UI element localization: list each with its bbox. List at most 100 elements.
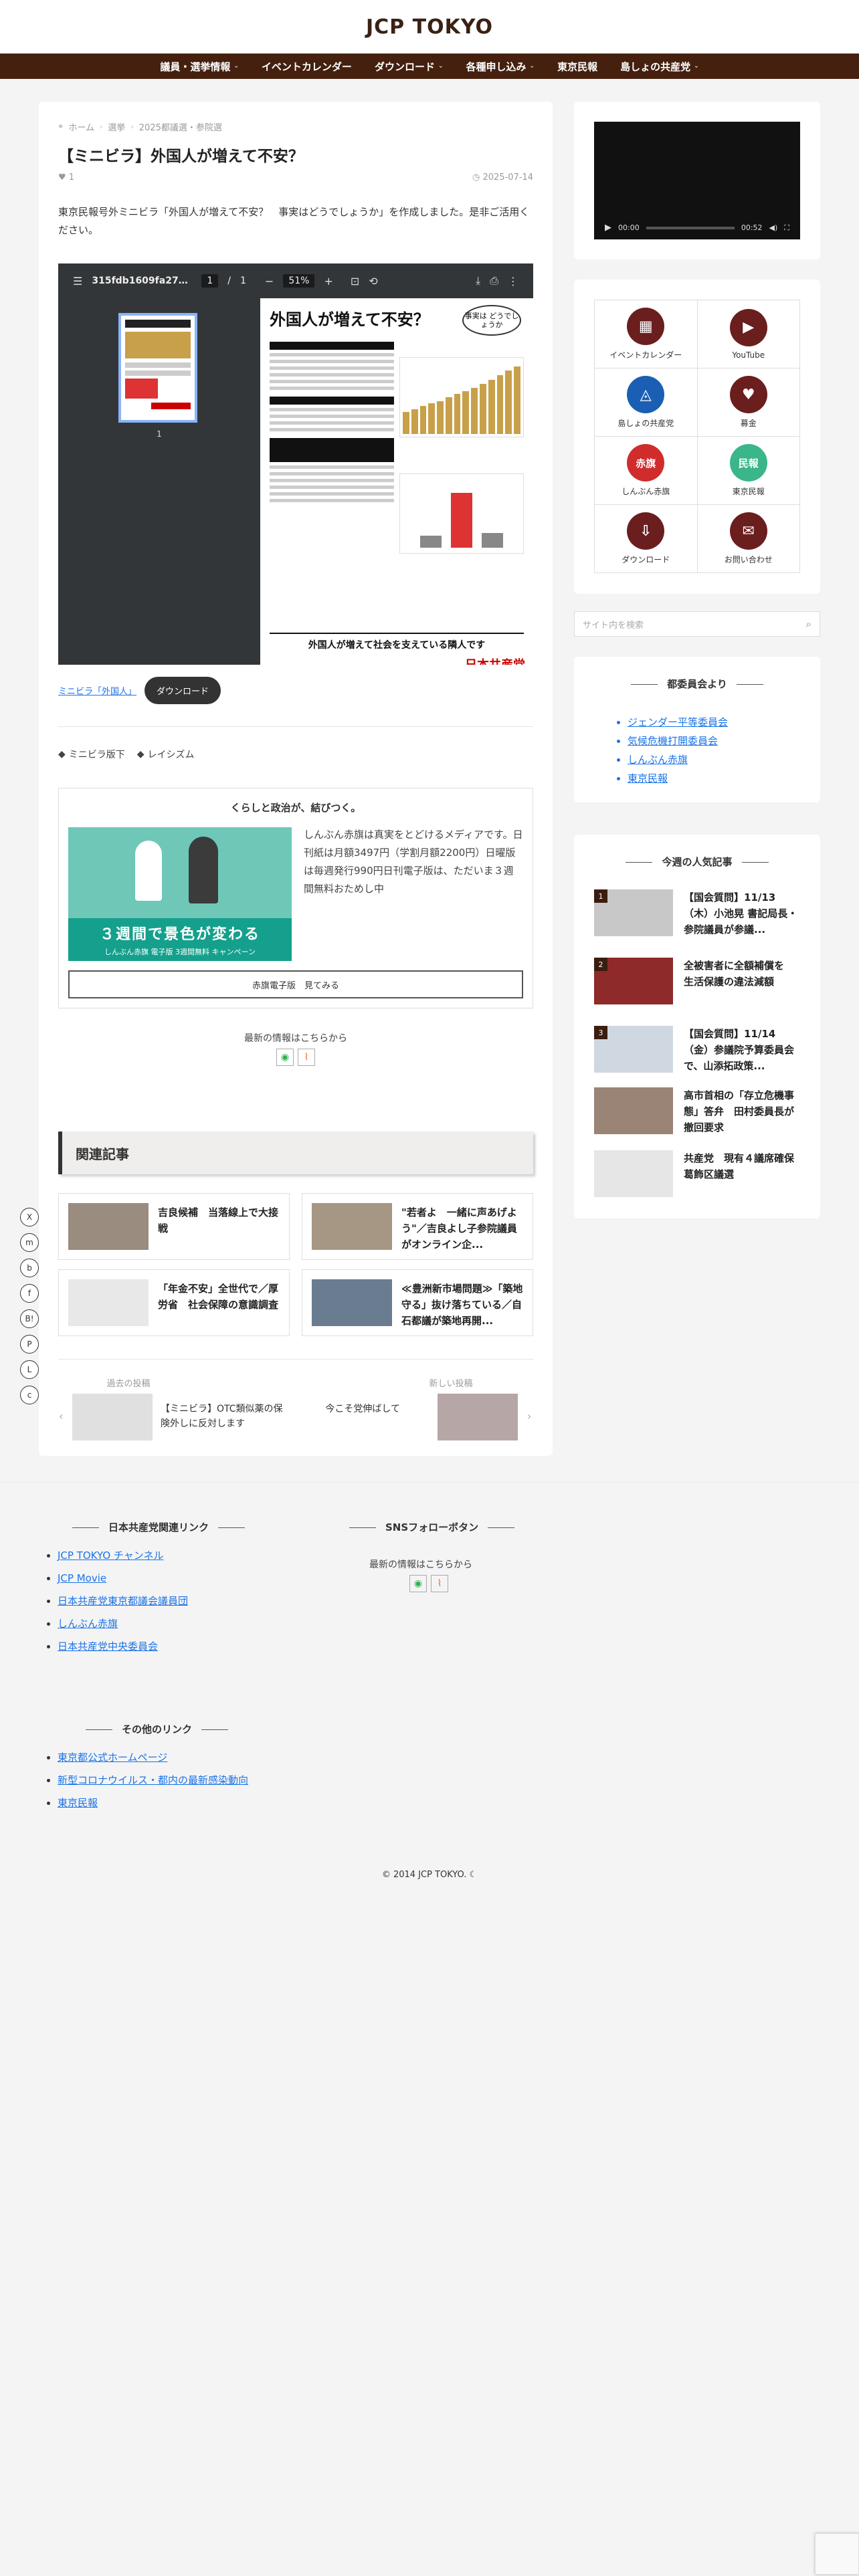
ranking-item[interactable]: 高市首相の「存立危機事態」答弁 田村委員長が撤回要求 — [594, 1087, 800, 1138]
nav-item[interactable]: 議員・選挙情報 ⌄ — [160, 60, 239, 74]
related-article-card[interactable]: ≪豊洲新市場問題≫「築地守る」抜け落ちている／自石都議が築地再開... — [302, 1269, 533, 1336]
footer-link[interactable]: 日本共産党東京都議会議員団 — [58, 1595, 188, 1607]
footer-link[interactable]: JCP TOKYO チャンネル — [58, 1549, 163, 1562]
list-item: しんぶん赤旗 — [628, 750, 728, 769]
footer-link[interactable]: 東京都公式ホームページ — [58, 1751, 167, 1763]
pdf-viewer[interactable]: ☰ 315fdb1609fa27c1... 1 / 1 − 51% + ⊡ ⟲ … — [58, 263, 533, 665]
icon-link-mail[interactable]: ✉ お問い合わせ — [697, 505, 800, 573]
footer-follow-buttons: ◉ ⌇ — [409, 1575, 448, 1592]
footer-follow-text: 最新の情報はこちらから — [369, 1560, 472, 1570]
play-icon[interactable]: ▶ — [605, 223, 611, 233]
chevron-right-icon[interactable]: › — [527, 1410, 531, 1422]
tag-icon: ◆ — [58, 749, 66, 760]
print-icon[interactable]: ⎙ — [490, 274, 498, 288]
footer-link[interactable]: 新型コロナウイルス・都内の最新感染動向 — [58, 1774, 248, 1786]
related-thumbnail — [312, 1279, 392, 1326]
search-icon[interactable]: ⌕ — [806, 618, 812, 630]
promo-image[interactable]: ３週間で景色が変わる しんぶん赤旗 電子版 3週間無料 キャンペーン — [68, 827, 292, 961]
location-icon: ⌖ — [58, 122, 64, 132]
recaptcha-badge[interactable] — [815, 2533, 859, 2575]
icon-link-heart-hand[interactable]: ♥ 募金 — [697, 368, 800, 437]
footer-link[interactable]: 日本共産党中央委員会 — [58, 1640, 158, 1652]
zoom-out-icon[interactable]: − — [265, 275, 274, 288]
ranking-item[interactable]: 2 全被害者に全額補償を 生活保護の違法減額 — [594, 958, 800, 1008]
nav-item[interactable]: 各種申し込み ⌄ — [466, 60, 535, 74]
related-article-card[interactable]: 「年金不安」全世代で／厚労省 社会保障の意識調査 — [58, 1269, 290, 1336]
pdf-toolbar: ☰ 315fdb1609fa27c1... 1 / 1 − 51% + ⊡ ⟲ … — [58, 263, 533, 298]
icon-link-island[interactable]: ◬ 島しょの共産党 — [595, 368, 698, 437]
tag-item[interactable]: ◆ ミニビラ版下 — [58, 748, 125, 761]
icon-link-calendar[interactable]: ▦ イベントカレンダー — [595, 300, 698, 368]
flyer-party-logo: 日本共産党 — [465, 655, 525, 665]
pdf-file-link[interactable]: ミニビラ「外国人」 — [58, 684, 136, 697]
related-article-card[interactable]: 吉良候補 当落線上で大接戦 — [58, 1193, 290, 1260]
ranking-item[interactable]: 1 【国会質問】11/13（木）小池晃 書記局長・参院議員が参議... — [594, 889, 800, 940]
ranking-item[interactable]: 共産党 現有４議席確保 葛飾区議選 — [594, 1150, 800, 1201]
icon-link-download[interactable]: ⇩ ダウンロード — [595, 505, 698, 573]
messenger-share-icon[interactable]: m — [20, 1233, 39, 1252]
divider — [58, 726, 533, 727]
hatena-share-icon[interactable]: B! — [20, 1309, 39, 1328]
pocket-share-icon[interactable]: P — [20, 1335, 39, 1354]
footer-widget-title: 日本共産党関連リンク — [63, 1520, 254, 1534]
prev-post-thumbnail[interactable] — [72, 1394, 153, 1440]
prev-post-title[interactable]: 【ミニビラ】OTC類似薬の保険外しに反対します — [161, 1402, 288, 1431]
fullscreen-icon[interactable]: ⛶ — [784, 223, 789, 233]
icon-link-youtube[interactable]: ▶ YouTube — [697, 300, 800, 368]
pdf-zoom-input[interactable]: 51% — [283, 274, 315, 288]
video-player[interactable]: ▶ 00:00 00:52 ◀) ⛶ — [594, 122, 800, 239]
nav-item[interactable]: ダウンロード ⌄ — [375, 60, 444, 74]
line-share-icon[interactable]: L — [20, 1360, 39, 1379]
ranking-item[interactable]: 3 【国会質問】11/14（金）参議院予算委員会で、山添拓政策... — [594, 1026, 800, 1077]
search-input[interactable]: サイト内を検索 ⌕ — [574, 611, 820, 637]
tag-label: ミニビラ版下 — [68, 750, 125, 760]
x-share-icon[interactable]: X — [20, 1208, 39, 1226]
related-article-card[interactable]: "若者よ 一緒に声あげよう"／吉良よし子参院議員がオンライン企... — [302, 1193, 533, 1260]
pref-link[interactable]: 気候危機打開委員会 — [628, 735, 718, 747]
zoom-in-icon[interactable]: + — [324, 275, 332, 288]
rotate-icon[interactable]: ⟲ — [369, 275, 377, 288]
akahata-digital-button[interactable]: 赤旗電子版 見てみる — [68, 970, 523, 998]
nav-item[interactable]: 東京民報 — [557, 60, 597, 74]
rss-icon[interactable]: ⌇ — [298, 1049, 315, 1066]
pref-link[interactable]: 東京民報 — [628, 772, 668, 784]
pdf-thumbnail[interactable] — [118, 313, 197, 423]
pref-link[interactable]: ジェンダー平等委員会 — [628, 716, 728, 728]
chevron-left-icon[interactable]: ‹ — [59, 1410, 63, 1422]
heart-icon: ♥ — [58, 173, 66, 183]
breadcrumb-subcategory[interactable]: 2025都議選・参院選 — [139, 120, 222, 133]
copy-link-icon[interactable]: c — [20, 1386, 39, 1404]
footer-link[interactable]: 東京民報 — [58, 1797, 98, 1809]
video-progress[interactable] — [646, 226, 735, 229]
nav-item[interactable]: イベントカレンダー — [262, 60, 352, 74]
next-post-thumbnail[interactable] — [438, 1394, 518, 1440]
volume-icon[interactable]: ◀) — [769, 223, 778, 232]
feedly-icon[interactable]: ◉ — [409, 1575, 427, 1592]
site-title[interactable]: JCP TOKYO — [366, 15, 493, 39]
feedly-icon[interactable]: ◉ — [276, 1049, 294, 1066]
pdf-page-input[interactable]: 1 — [201, 274, 219, 288]
fit-page-icon[interactable]: ⊡ — [351, 275, 359, 288]
footer-link[interactable]: しんぶん赤旗 — [58, 1618, 118, 1630]
icon-link-minpo[interactable]: 民報 東京民報 — [697, 437, 800, 505]
like-button[interactable]: ♥ 1 — [58, 173, 74, 183]
download-button[interactable]: ダウンロード — [145, 677, 221, 704]
rss-icon[interactable]: ⌇ — [431, 1575, 448, 1592]
bluesky-share-icon[interactable]: b — [20, 1259, 39, 1277]
facebook-share-icon[interactable]: f — [20, 1284, 39, 1303]
like-count: 1 — [68, 173, 75, 183]
breadcrumb-category[interactable]: 選挙 — [108, 120, 125, 133]
next-post-title[interactable]: 今こそ党伸ばして — [273, 1402, 400, 1416]
menu-icon[interactable]: ☰ — [73, 275, 82, 288]
icon-link-akahata[interactable]: 赤旗 しんぶん赤旗 — [595, 437, 698, 505]
pref-link[interactable]: しんぶん赤旗 — [628, 754, 688, 766]
flyer-crime-chart — [399, 473, 524, 554]
footer-widget-title: その他のリンク — [76, 1722, 237, 1736]
more-vert-icon[interactable]: ⋮ — [508, 275, 518, 288]
footer-link[interactable]: JCP Movie — [58, 1572, 106, 1584]
breadcrumb-home[interactable]: ホーム — [68, 120, 94, 133]
nav-item[interactable]: 島しょの共産党 ⌄ — [620, 60, 699, 74]
download-icon[interactable]: ⤓ — [476, 274, 480, 288]
tag-item[interactable]: ◆ レイシズム — [137, 748, 195, 761]
article-meta: ♥ 1 ◷ 2025-07-14 — [58, 173, 533, 183]
